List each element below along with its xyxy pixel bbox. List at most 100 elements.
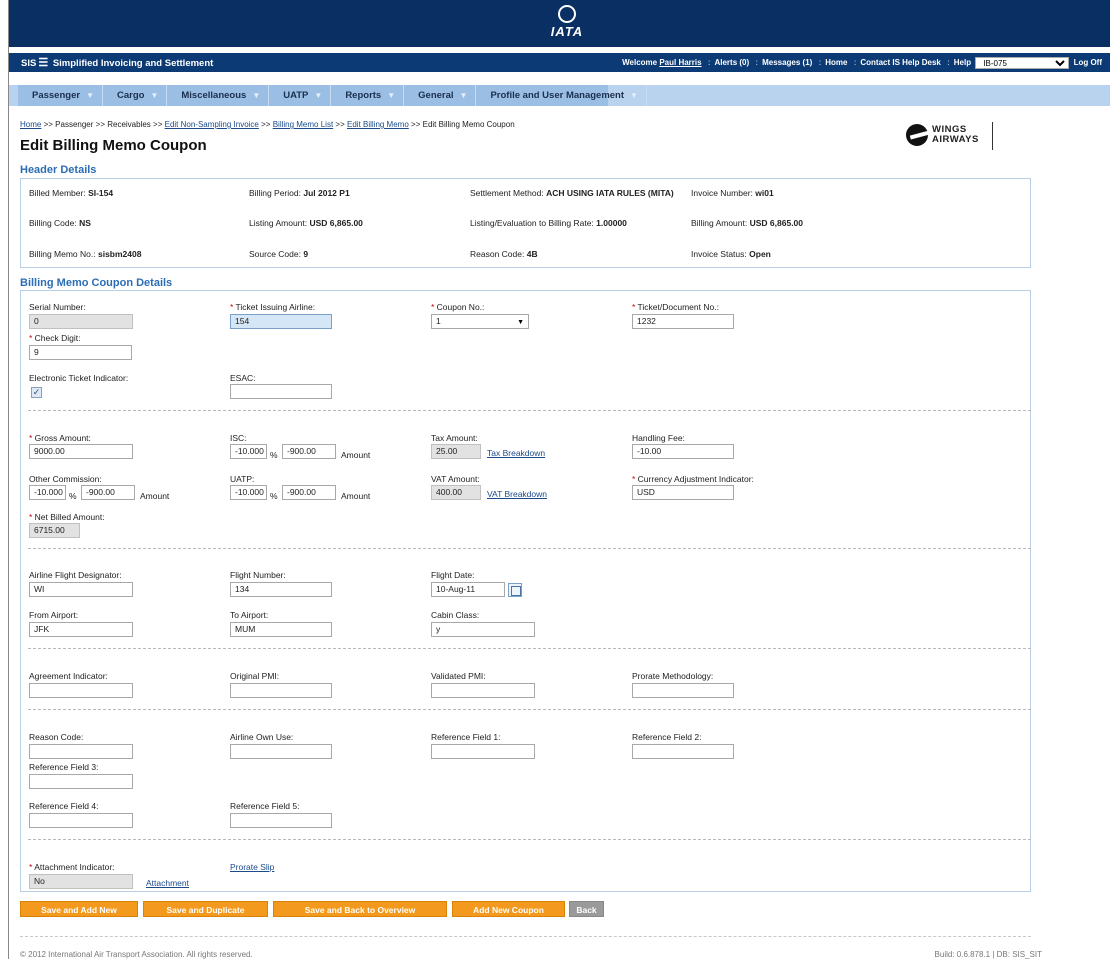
to-airport-label: To Airport:	[230, 610, 269, 620]
reason-code-label: Reason Code:	[29, 732, 84, 742]
build-info: Build: 0.6.878.1 | DB: SIS_SIT	[934, 950, 1042, 959]
other-commission-amount-label: Amount	[140, 491, 170, 501]
vat-amount-label: VAT Amount:	[431, 474, 480, 484]
source-code: Source Code: 9	[249, 249, 309, 259]
currency-adjustment-input[interactable]: USD	[632, 485, 734, 500]
handling-fee-input[interactable]: -10.00	[632, 444, 734, 459]
save-and-back-button[interactable]: Save and Back to Overview	[273, 901, 447, 917]
save-and-add-new-button[interactable]: Save and Add New	[20, 901, 138, 917]
user-link[interactable]: Paul Harris	[659, 58, 701, 67]
menu-item-passenger[interactable]: Passenger ▼	[18, 85, 103, 106]
home-link[interactable]: Home	[825, 58, 847, 67]
vat-breakdown-link[interactable]: VAT Breakdown	[487, 489, 547, 499]
prorate-slip-link[interactable]: Prorate Slip	[230, 862, 274, 872]
tax-amount-label: Tax Amount:	[431, 433, 478, 443]
ticket-issuing-airline-input[interactable]: 154	[230, 314, 332, 329]
prorate-methodology-input[interactable]	[632, 683, 734, 698]
isc-percent-input[interactable]: -10.000	[230, 444, 267, 459]
reference-field-1-input[interactable]	[431, 744, 535, 759]
member-select[interactable]: IB-075	[975, 57, 1070, 69]
cabin-class-input[interactable]: y	[431, 622, 535, 637]
gross-amount-input[interactable]: 9000.00	[29, 444, 133, 459]
sis-prefix: SIS	[21, 58, 37, 69]
reference-field-1-label: Reference Field 1:	[431, 732, 501, 742]
agreement-indicator-input[interactable]	[29, 683, 133, 698]
iata-logo-text: IATA	[550, 24, 584, 39]
alerts-link[interactable]: Alerts (0)	[714, 58, 749, 67]
reference-field-5-input[interactable]	[230, 813, 332, 828]
header-details-title: Header Details	[20, 164, 97, 176]
copyright-text: © 2012 International Air Transport Assoc…	[20, 950, 253, 959]
reference-field-4-input[interactable]	[29, 813, 133, 828]
back-button[interactable]: Back	[569, 901, 604, 917]
calendar-icon[interactable]	[508, 583, 522, 597]
page-title: Edit Billing Memo Coupon	[20, 137, 207, 154]
reason-code-input[interactable]	[29, 744, 133, 759]
add-new-coupon-button[interactable]: Add New Coupon	[452, 901, 565, 917]
menu-item-miscellaneous[interactable]: Miscellaneous ▼	[167, 85, 270, 106]
isc-amount-input[interactable]: -900.00	[282, 444, 336, 459]
crumb-edit-memo[interactable]: Edit Billing Memo	[347, 120, 409, 129]
tax-breakdown-link[interactable]: Tax Breakdown	[487, 448, 545, 458]
menu-item-uatp[interactable]: UATP ▼	[269, 85, 332, 106]
crumb-edit-invoice[interactable]: Edit Non-Sampling Invoice	[165, 120, 259, 129]
flight-date-input[interactable]: 10-Aug-11	[431, 582, 505, 597]
uatp-amount-input[interactable]: -900.00	[282, 485, 336, 500]
esac-input[interactable]	[230, 384, 332, 399]
iata-logo: IATA	[539, 5, 595, 45]
globe-icon	[558, 5, 576, 23]
coupon-details-title: Billing Memo Coupon Details	[20, 277, 173, 289]
uatp-percent-input[interactable]: -10.000	[230, 485, 267, 500]
validated-pmi-label: Validated PMI:	[431, 671, 486, 681]
crumb-memo-list[interactable]: Billing Memo List	[273, 120, 333, 129]
airline-flight-designator-label: Airline Flight Designator:	[29, 570, 122, 580]
menu-item-cargo[interactable]: Cargo ▼	[103, 85, 168, 106]
other-commission-percent-input[interactable]: -10.000	[29, 485, 66, 500]
crumb-passenger: Passenger	[55, 120, 94, 129]
contact-link[interactable]: Contact IS Help Desk	[860, 58, 940, 67]
reference-field-2-input[interactable]	[632, 744, 734, 759]
from-airport-input[interactable]: JFK	[29, 622, 133, 637]
uatp-amount-label: Amount	[341, 491, 371, 501]
reference-field-3-label: Reference Field 3:	[29, 762, 99, 772]
logoff-link[interactable]: Log Off	[1074, 58, 1102, 67]
vat-amount-field: 400.00	[431, 485, 481, 500]
serial-number-label: Serial Number:	[29, 302, 86, 312]
to-airport-input[interactable]: MUM	[230, 622, 332, 637]
validated-pmi-input[interactable]	[431, 683, 535, 698]
billing-period: Billing Period: Jul 2012 P1	[249, 188, 350, 198]
ticket-document-no-label: * Ticket/Document No.:	[632, 302, 719, 312]
attachment-link[interactable]: Attachment	[146, 878, 189, 888]
billing-memo-no: Billing Memo No.: sisbm2408	[29, 249, 142, 259]
uatp-label: UATP:	[230, 474, 255, 484]
menu-item-profile-and-user-management[interactable]: Profile and User Management ▼	[476, 85, 647, 106]
check-digit-label: * Check Digit:	[29, 333, 81, 343]
attachment-indicator-label: * Attachment Indicator:	[29, 862, 115, 872]
menu-item-reports[interactable]: Reports ▼	[331, 85, 405, 106]
crumb-home[interactable]: Home	[20, 120, 41, 129]
electronic-ticket-indicator-label: Electronic Ticket Indicator:	[29, 373, 129, 383]
coupon-no-select[interactable]: 1	[431, 314, 529, 329]
ticket-document-no-input[interactable]: 1232	[632, 314, 734, 329]
user-toolbar: Welcome Paul Harris : Alerts (0) : Message…	[622, 57, 1102, 69]
net-billed-amount-label: * Net Billed Amount:	[29, 512, 105, 522]
original-pmi-input[interactable]	[230, 683, 332, 698]
check-digit-input[interactable]: 9	[29, 345, 132, 360]
sis-logo: SIS ☰ Simplified Invoicing and Settlement	[21, 56, 213, 69]
menu-item-general[interactable]: General ▼	[404, 85, 477, 106]
help-link[interactable]: Help	[954, 58, 971, 67]
app-name: Simplified Invoicing and Settlement	[52, 58, 214, 69]
coupon-details-panel	[20, 290, 1031, 892]
currency-adjustment-label: * Currency Adjustment Indicator:	[632, 474, 754, 484]
reason-code-header: Reason Code: 4B	[470, 249, 538, 259]
prorate-methodology-label: Prorate Methodology:	[632, 671, 714, 681]
coupon-no-label: * Coupon No.:	[431, 302, 485, 312]
messages-link[interactable]: Messages (1)	[762, 58, 812, 67]
airline-own-use-input[interactable]	[230, 744, 332, 759]
save-and-duplicate-button[interactable]: Save and Duplicate	[143, 901, 268, 917]
other-commission-amount-input[interactable]: -900.00	[81, 485, 135, 500]
flight-number-input[interactable]: 134	[230, 582, 332, 597]
airline-flight-designator-input[interactable]: WI	[29, 582, 133, 597]
reference-field-3-input[interactable]	[29, 774, 133, 789]
electronic-ticket-checkbox[interactable]: ✓	[31, 387, 42, 398]
